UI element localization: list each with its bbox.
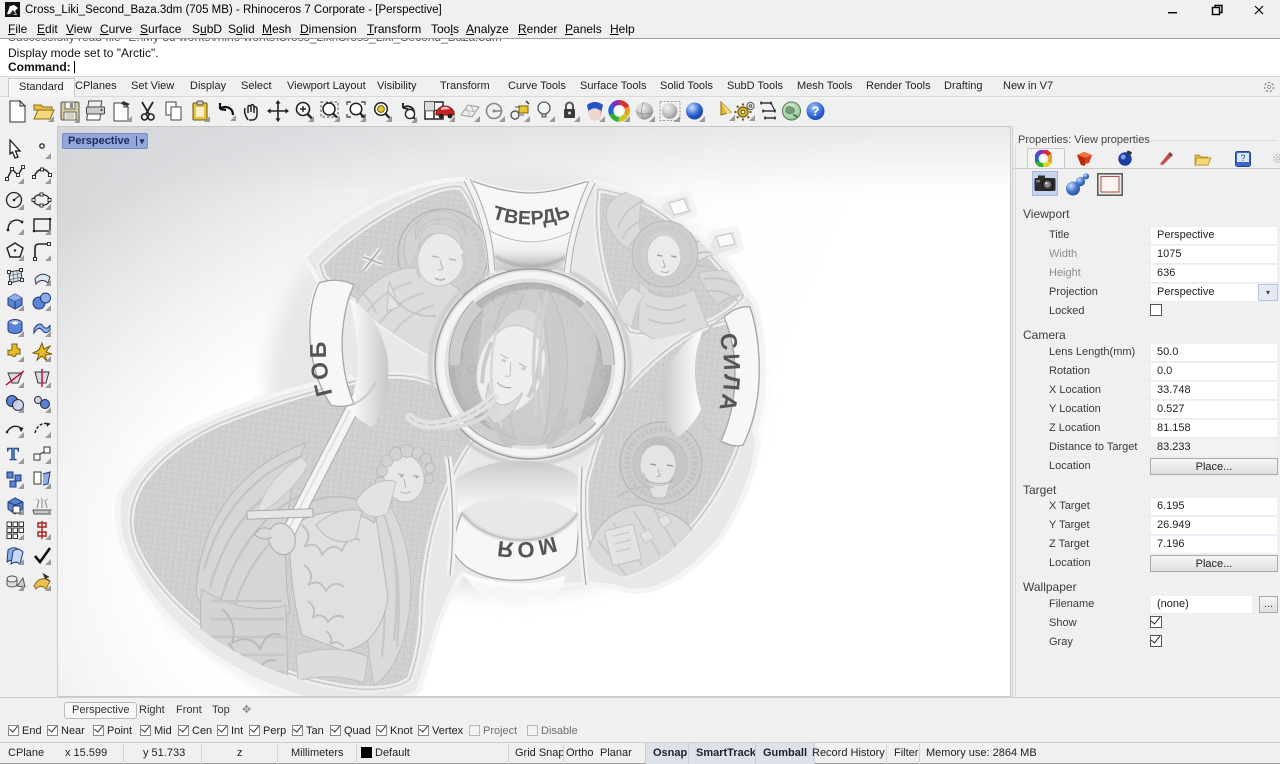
- svg-text:T: T: [7, 444, 19, 464]
- svg-text:?: ?: [812, 104, 820, 119]
- svg-text:?: ?: [1240, 153, 1245, 163]
